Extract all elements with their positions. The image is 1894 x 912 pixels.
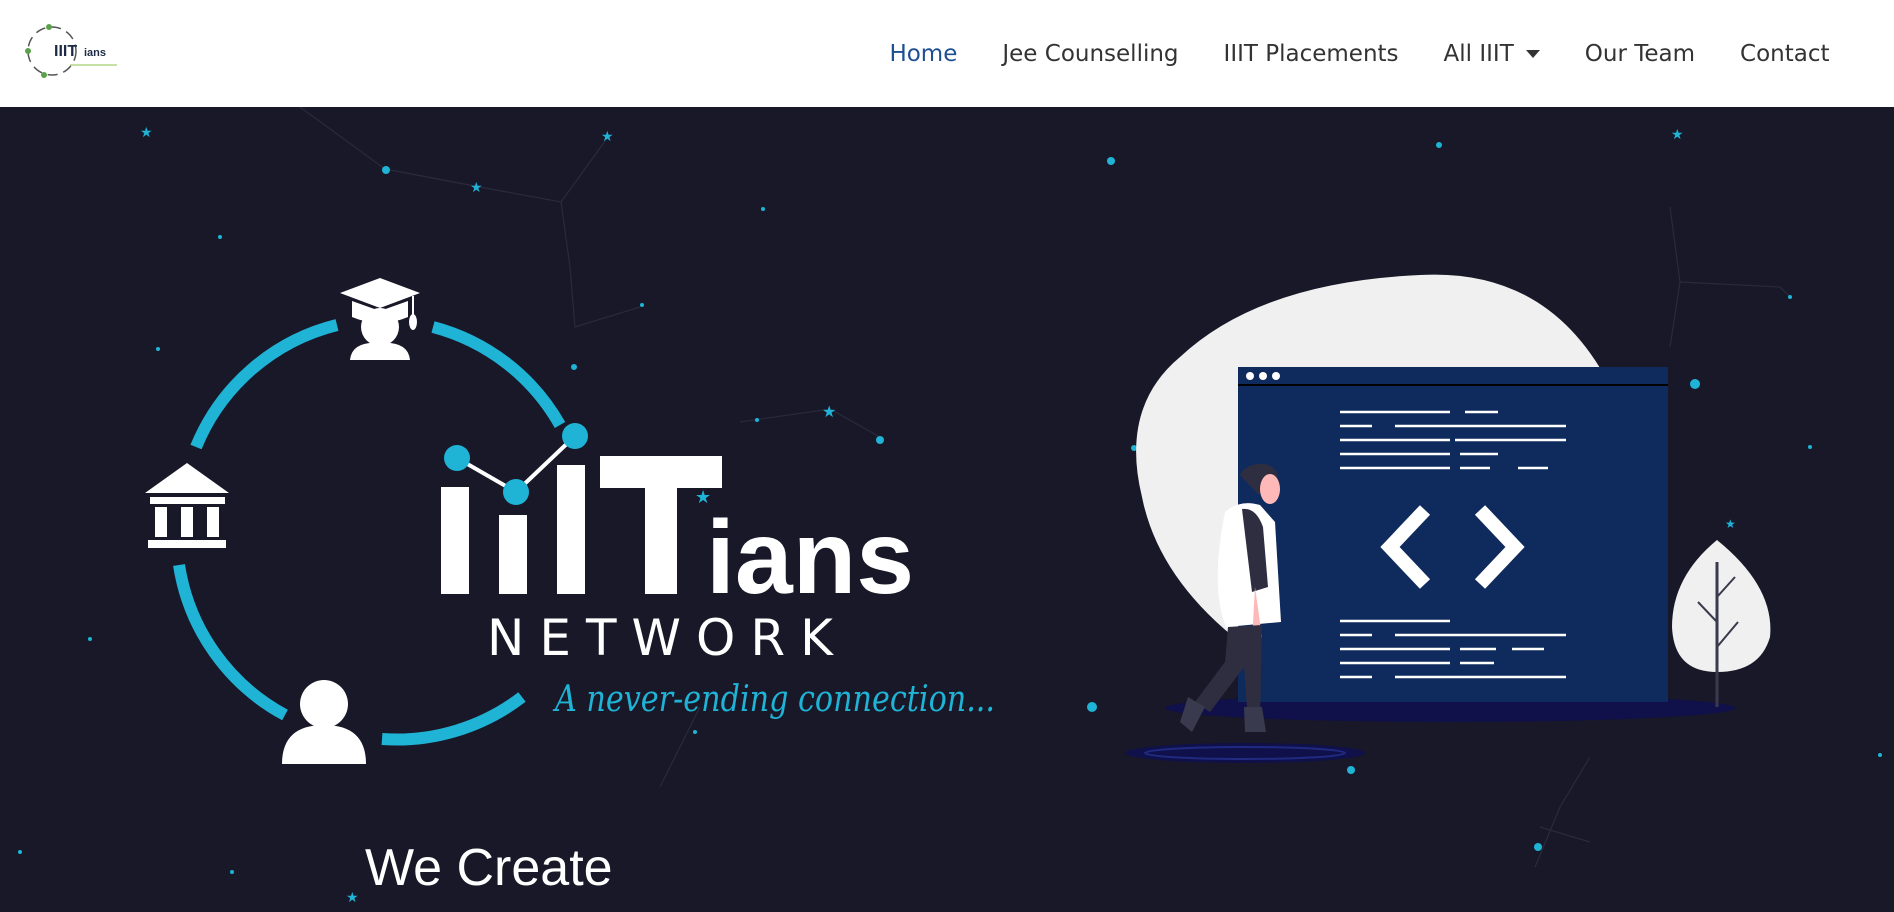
svg-text:IIIT: IIIT	[54, 43, 77, 60]
hero-heading: We Create	[365, 839, 613, 897]
iiitians-network-logo: ians NETWORK A never-ending connection..…	[145, 278, 995, 764]
nav-our-team-label: Our Team	[1584, 40, 1696, 67]
svg-text:★: ★	[822, 402, 836, 421]
svg-text:★: ★	[346, 890, 359, 906]
nav-iiit-placements[interactable]: IIIT Placements	[1201, 41, 1421, 67]
developer-illustration	[1125, 274, 1771, 763]
browser-window	[1238, 367, 1668, 702]
nav-all-iiit-dropdown[interactable]: All IIIT	[1421, 41, 1562, 67]
nav-our-team[interactable]: Our Team	[1562, 41, 1717, 67]
nav-menu: Home Jee Counselling IIIT Placements All…	[867, 0, 1852, 107]
hero-section: ★ ★ ★ ★ ★ ★ ★ ★ ians NETWORK A never-end…	[0, 107, 1894, 912]
logo-wordmark	[441, 456, 722, 594]
nav-jee-counselling-label: Jee Counselling	[1002, 40, 1179, 67]
svg-text:★: ★	[470, 180, 483, 196]
brand-logo[interactable]: IIIT ians	[22, 20, 124, 82]
leaf-plant-icon	[1672, 540, 1771, 707]
nav-contact[interactable]: Contact	[1718, 41, 1852, 67]
nav-jee-counselling[interactable]: Jee Counselling	[980, 41, 1201, 67]
svg-text:★: ★	[601, 129, 614, 145]
svg-text:★: ★	[140, 125, 153, 141]
svg-text:★: ★	[1725, 517, 1736, 531]
nav-contact-label: Contact	[1740, 40, 1830, 67]
nav-home[interactable]: Home	[867, 41, 980, 67]
user-person-icon	[282, 680, 366, 764]
logo-tagline: A never-ending connection...	[552, 679, 995, 720]
nav-all-iiit-label: All IIIT	[1443, 40, 1514, 67]
hero-graphics: ★ ★ ★ ★ ★ ★ ★ ★ ians NETWORK A never-end…	[18, 107, 1882, 906]
nav-home-label: Home	[889, 40, 958, 67]
svg-text:★: ★	[1671, 127, 1684, 143]
navbar: IIIT ians Home Jee Counselling IIIT Plac…	[0, 0, 1894, 107]
nav-iiit-placements-label: IIIT Placements	[1223, 40, 1399, 67]
caret-down-icon	[1525, 49, 1540, 58]
svg-text:ians: ians	[84, 47, 106, 59]
graduation-cap-icon	[340, 278, 420, 360]
institution-building-icon	[145, 463, 229, 548]
logo-ians-text: ians	[706, 500, 914, 616]
logo-network-text: NETWORK	[487, 609, 848, 667]
